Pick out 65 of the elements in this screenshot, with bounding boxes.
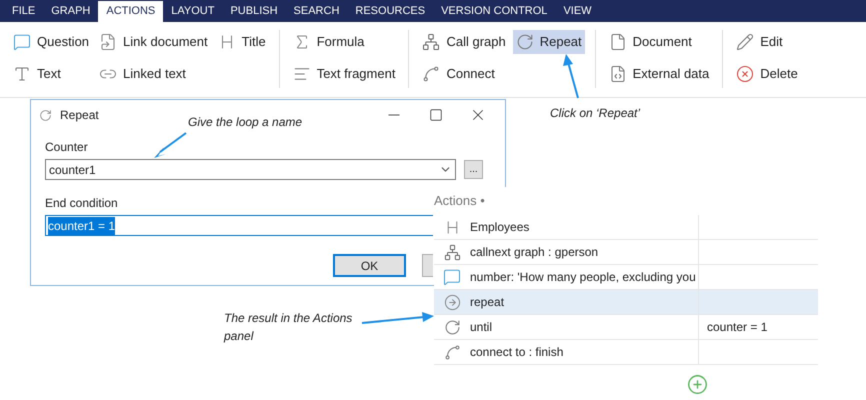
ribbon-button[interactable]: Delete <box>733 62 801 86</box>
ribbon-button[interactable]: Text <box>10 62 92 86</box>
document-icon <box>608 33 627 51</box>
panel-title: Actions • <box>434 192 486 210</box>
message-icon <box>443 268 461 286</box>
end-condition-field[interactable]: counter1 = 1 <box>45 215 433 236</box>
lines-icon <box>292 65 311 83</box>
action-value: counter = 1 <box>706 319 768 336</box>
menu-tab[interactable]: LAYOUT <box>163 1 222 22</box>
action-row[interactable]: Employees <box>434 215 818 240</box>
action-text: repeat <box>470 290 699 314</box>
ribbon-button[interactable]: Title <box>214 30 269 54</box>
action-row[interactable]: until counter = 1 <box>434 315 818 340</box>
annotation-text: Give the loop a name <box>188 114 302 131</box>
annotation-text: Click on ‘Repeat’ <box>550 105 640 122</box>
dialog-title: Repeat <box>60 107 99 124</box>
ribbon-button[interactable]: Question <box>10 30 92 54</box>
menu-tab[interactable]: ACTIONS <box>98 1 164 22</box>
menu-tab[interactable]: VIEW <box>555 1 600 22</box>
callout-arrow <box>154 132 187 158</box>
action-text: Employees <box>470 214 699 240</box>
browse-button[interactable]: ... <box>464 160 483 179</box>
menu-tab[interactable]: PUBLISH <box>222 1 286 22</box>
menu-tab[interactable]: FILE <box>4 1 44 22</box>
ribbon-button[interactable]: External data <box>606 62 712 86</box>
ok-button[interactable]: OK <box>333 254 406 277</box>
annotation-text: The result in the Actions panel <box>224 310 354 345</box>
action-text: connect to : finish <box>470 340 699 364</box>
ribbon-button[interactable]: Formula <box>290 30 398 54</box>
repeat-icon <box>39 108 52 122</box>
menu-tab[interactable]: RESOURCES <box>347 1 434 22</box>
action-row[interactable]: callnext graph : gperson <box>434 240 818 265</box>
ribbon-button[interactable]: Call graph <box>419 30 509 54</box>
repeat-icon <box>516 33 534 51</box>
document-link-icon <box>99 33 118 51</box>
hierarchy-icon <box>422 33 440 51</box>
field-label: Counter <box>45 139 88 156</box>
hierarchy-icon <box>444 244 460 260</box>
ribbon-button[interactable]: Edit <box>733 30 801 54</box>
ribbon-button[interactable]: Linked text <box>96 62 211 86</box>
repeat-icon <box>444 318 460 336</box>
maximize-icon[interactable] <box>429 108 443 122</box>
ribbon-button[interactable]: Repeat <box>512 30 585 54</box>
arrow-circle-icon <box>444 294 460 310</box>
delete-icon <box>736 65 754 83</box>
menu-tab[interactable]: SEARCH <box>286 1 348 22</box>
field-label: End condition <box>45 195 118 212</box>
menu-tab[interactable]: GRAPH <box>43 1 98 22</box>
menu-tab[interactable]: VERSION CONTROL <box>433 1 556 22</box>
connector-icon <box>444 344 460 360</box>
pencil-icon <box>736 33 754 51</box>
counter-dropdown[interactable]: counter1 <box>45 159 456 180</box>
action-row[interactable]: connect to : finish <box>434 340 818 365</box>
action-row[interactable]: repeat <box>434 290 818 315</box>
text-icon <box>13 65 31 83</box>
action-text: until <box>470 314 699 340</box>
ribbon-button[interactable]: Text fragment <box>290 62 398 86</box>
callout-arrow <box>563 54 579 98</box>
action-text: callnext graph : gperson <box>470 240 699 264</box>
ribbon-button[interactable]: Document <box>606 30 712 54</box>
ribbon-button[interactable]: Link document <box>96 30 211 54</box>
ribbon-button[interactable]: Connect <box>419 62 509 86</box>
xml-icon <box>608 65 627 83</box>
connector-icon <box>422 65 440 83</box>
message-icon <box>13 33 31 51</box>
